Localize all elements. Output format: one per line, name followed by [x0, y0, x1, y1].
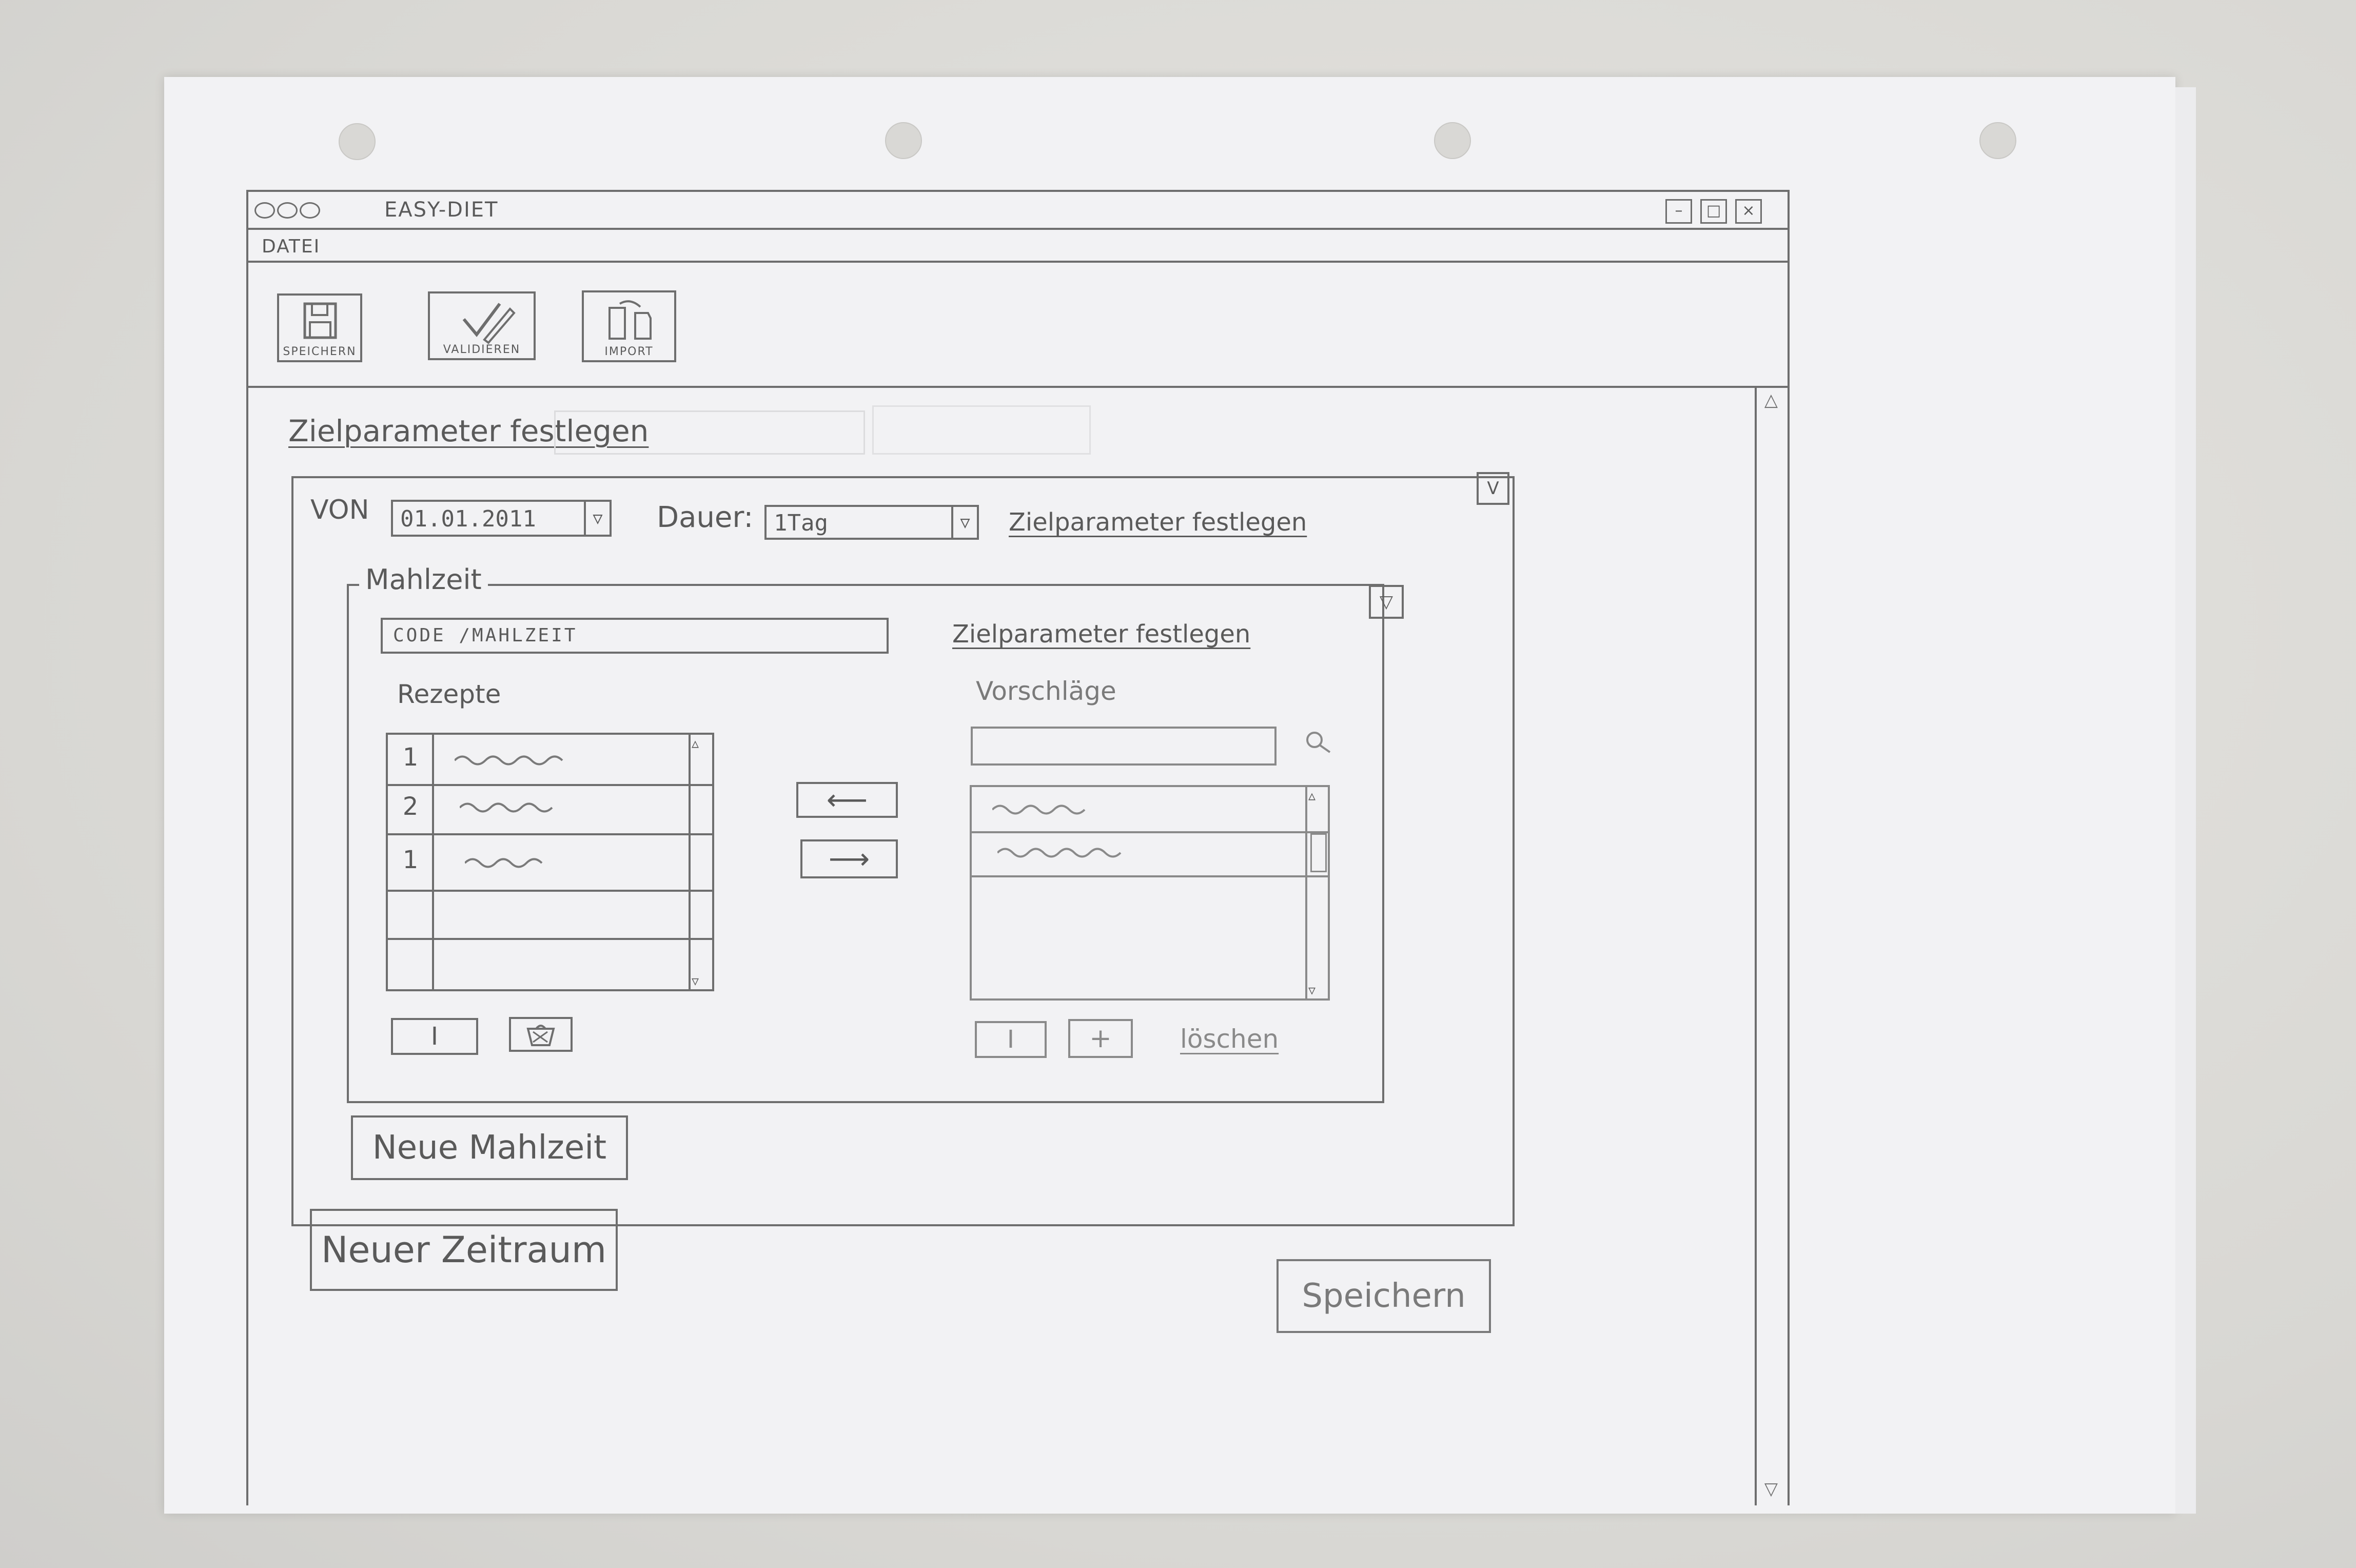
meal-target-params-link[interactable]: Zielparameter festlegen	[952, 620, 1250, 649]
minimize-button[interactable]: –	[1665, 199, 1692, 224]
recipes-label: Rezepte	[397, 679, 501, 709]
faint-field	[554, 410, 865, 455]
suggestion-name-scribble	[992, 805, 1086, 815]
recipe-name-scribble	[455, 755, 563, 766]
table-row[interactable]: 1	[388, 833, 712, 892]
scroll-down-icon[interactable]: ▿	[1308, 982, 1316, 998]
validate-tool-label: VALIDIEREN	[443, 343, 521, 356]
recipes-table: 1 2 1 ▵ ▿	[386, 733, 714, 991]
menu-bar: DATEI	[248, 230, 1788, 263]
save-button[interactable]: Speichern	[1277, 1259, 1491, 1333]
period-collapse-button[interactable]: V	[1477, 472, 1509, 505]
toolbar: SPEICHERN VALIDIEREN IMPORT	[248, 263, 1788, 388]
floppy-disk-icon	[303, 302, 337, 339]
from-label: VON	[310, 495, 369, 525]
suggestion-search-input[interactable]	[971, 727, 1277, 766]
suggestions-label: Vorschläge	[976, 676, 1116, 706]
recipe-delete-button[interactable]	[509, 1017, 573, 1052]
scroll-up-icon[interactable]: ▵	[692, 735, 699, 752]
save-tool-button[interactable]: SPEICHERN	[277, 293, 362, 362]
meal-collapse-button[interactable]: ▽	[1369, 585, 1404, 619]
import-document-icon	[608, 300, 652, 340]
list-item[interactable]	[972, 831, 1328, 877]
vertical-scrollbar[interactable]: △ ▽	[1755, 386, 1788, 1505]
faint-field	[872, 405, 1091, 455]
save-tool-label: SPEICHERN	[283, 345, 357, 358]
table-row[interactable]: 2	[388, 784, 712, 835]
close-button[interactable]: ×	[1735, 199, 1762, 224]
list-item[interactable]	[972, 787, 1328, 833]
scroll-up-icon[interactable]: ▵	[1308, 787, 1316, 804]
window-title: EASY-DIET	[384, 198, 499, 222]
duration-label: Dauer:	[657, 501, 754, 534]
suggestion-add-button[interactable]: +	[1068, 1019, 1133, 1058]
new-meal-button[interactable]: Neue Mahlzeit	[351, 1115, 628, 1180]
punch-hole	[885, 122, 922, 159]
recipe-name-scribble	[460, 802, 553, 813]
recipe-qty: 1	[402, 743, 419, 772]
period-target-params-link[interactable]: Zielparameter festlegen	[1009, 508, 1307, 537]
title-bar: EASY-DIET – □ ×	[248, 192, 1788, 230]
punch-hole	[1434, 122, 1471, 159]
recipe-edit-button[interactable]: I	[391, 1018, 478, 1055]
validate-tool-button[interactable]: VALIDIEREN	[428, 291, 536, 360]
punch-hole	[1979, 122, 2016, 159]
suggestion-name-scribble	[997, 848, 1122, 858]
punch-hole	[339, 123, 376, 160]
paper-edge	[2175, 87, 2196, 1514]
scroll-down-icon[interactable]: ▿	[692, 972, 699, 989]
from-date-field[interactable]: 01.01.2011 ▽	[391, 500, 612, 537]
suggestions-list: ▵ ▿	[970, 785, 1330, 1001]
search-icon[interactable]	[1303, 729, 1334, 759]
window-dot-icon	[300, 202, 320, 219]
trash-basket-icon	[526, 1025, 555, 1046]
checkmark-pen-icon	[462, 303, 516, 344]
new-period-button[interactable]: Neuer Zeitraum	[310, 1209, 618, 1291]
import-tool-label: IMPORT	[604, 345, 654, 358]
table-row[interactable]: 1	[388, 735, 712, 786]
meal-legend: Mahlzeit	[359, 563, 488, 596]
table-row[interactable]	[388, 940, 712, 989]
table-row[interactable]	[388, 892, 712, 940]
move-right-button[interactable]: ⟶	[800, 839, 898, 878]
suggestion-delete-link[interactable]: löschen	[1180, 1024, 1279, 1054]
window-dot-icon	[254, 202, 275, 219]
recipe-name-scribble	[465, 858, 543, 868]
menu-file[interactable]: DATEI	[262, 236, 320, 257]
chevron-down-icon[interactable]: ▽	[584, 500, 612, 537]
maximize-button[interactable]: □	[1700, 199, 1727, 224]
duration-value: 1Tag	[774, 510, 828, 536]
recipe-qty: 2	[402, 792, 419, 821]
from-date-value: 01.01.2011	[400, 506, 536, 532]
import-tool-button[interactable]: IMPORT	[582, 290, 676, 362]
suggestions-scrollbar[interactable]: ▵ ▿	[1305, 787, 1328, 998]
meal-code-field[interactable]: CODE /MAHLZEIT	[381, 618, 889, 654]
recipes-scrollbar[interactable]: ▵ ▿	[689, 735, 712, 989]
chevron-down-icon[interactable]: ▽	[951, 505, 979, 540]
recipe-qty: 1	[402, 846, 419, 874]
scroll-thumb[interactable]	[1310, 833, 1327, 872]
window-dot-icon	[277, 202, 298, 219]
scroll-up-icon[interactable]: △	[1761, 390, 1781, 410]
scroll-down-icon[interactable]: ▽	[1761, 1479, 1781, 1499]
duration-select[interactable]: 1Tag ▽	[764, 505, 979, 540]
suggestion-edit-button[interactable]: I	[975, 1021, 1047, 1058]
move-left-button[interactable]: ⟵	[796, 782, 898, 818]
